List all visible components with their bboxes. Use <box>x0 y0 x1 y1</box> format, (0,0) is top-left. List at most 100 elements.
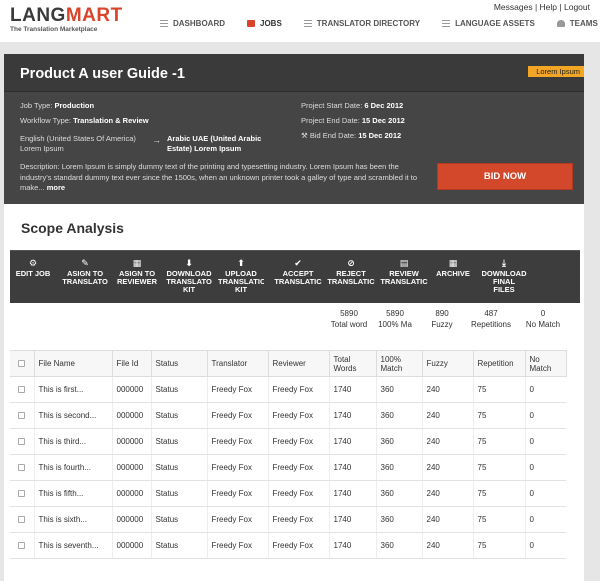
bid-end-label: Bid End Date: <box>309 131 357 140</box>
summary-value: 0 <box>540 309 546 318</box>
accept-translation-button[interactable]: ✔ ACCEPT TRANSLATIC <box>273 251 323 304</box>
start-date-label: Project Start Date: <box>301 101 363 110</box>
file-name-cell[interactable]: This is third... <box>33 428 112 455</box>
file-id-cell: 000000 <box>111 376 151 403</box>
reject-translation-button[interactable]: ⊘ REJECT TRANSLATIC <box>326 251 376 304</box>
table-row[interactable]: This is fifth... 000000 Status Freedy Fox Fr… <box>10 480 566 507</box>
download-final-files-button[interactable]: ⤓ DOWNLOAD FINAL FILES <box>480 251 528 304</box>
nav-dashboard[interactable]: DASHBOARD <box>160 16 225 30</box>
logo-name-part2: MART <box>65 5 123 26</box>
file-name-cell[interactable]: This is sixth... <box>33 506 112 533</box>
messages-link[interactable]: Messages <box>494 2 533 12</box>
repetition-cell: 75 <box>472 532 525 559</box>
upload-translation-kit-button[interactable]: ⬆ UPLOAD TRANSLATIC KIT <box>218 251 264 304</box>
row-checkbox[interactable] <box>18 412 26 420</box>
column-header[interactable]: 100% Match <box>375 350 423 377</box>
action-label: UPLOAD TRANSLATIC KIT <box>218 270 264 294</box>
nav-teams[interactable]: TEAMS <box>556 16 598 30</box>
row-checkbox[interactable] <box>18 386 26 394</box>
job-title: Product A user Guide -1 <box>20 66 185 82</box>
review-translation-button[interactable]: ▤ REVIEW TRANSLATIC <box>379 251 429 304</box>
table-row[interactable]: This is second... 000000 Status Freedy Fox F… <box>10 402 566 429</box>
download-translation-kit-button[interactable]: ⬇ DOWNLOAD TRANSLATO KIT <box>166 251 212 304</box>
no-match-cell: 0 <box>524 376 566 403</box>
edit-job-button[interactable]: ⚙ EDIT JOB <box>14 251 52 304</box>
column-header[interactable]: File Name <box>33 350 113 377</box>
table-row[interactable]: This is third... 000000 Status Freedy Fox Fr… <box>10 428 566 455</box>
status-cell: Status <box>150 402 207 429</box>
total-words-cell: 1740 <box>328 454 376 481</box>
row-checkbox[interactable] <box>18 516 26 524</box>
description-label: Description: <box>20 162 60 171</box>
assets-icon <box>442 19 451 27</box>
column-header[interactable]: No Match <box>524 350 567 377</box>
nav-jobs[interactable]: JOBS <box>247 16 282 30</box>
assign-reviewer-button[interactable]: ▦ ASIGN TO REVIEWER <box>113 251 161 304</box>
nav-translator-directory[interactable]: TRANSLATOR DIRECTORY <box>303 16 421 30</box>
logout-link[interactable]: Logout <box>564 2 590 12</box>
column-header[interactable]: Reviewer <box>267 350 330 377</box>
teams-icon <box>556 19 565 27</box>
status-cell: Status <box>150 506 207 533</box>
logo[interactable]: LANGMART The Translation Marketplace <box>10 6 123 33</box>
job-ribbon: Lorem Ipsum <box>528 66 584 77</box>
column-header[interactable]: File Id <box>111 350 152 377</box>
select-all-checkbox[interactable] <box>18 360 26 368</box>
summary-label: 100% Ma <box>378 320 412 329</box>
table-row[interactable]: This is seventh... 000000 Status Freedy Fox… <box>10 532 566 559</box>
no-match-cell: 0 <box>524 532 566 559</box>
fuzzy-cell: 240 <box>421 506 473 533</box>
file-name-cell[interactable]: This is fifth... <box>33 480 112 507</box>
total-words-cell: 1740 <box>328 402 376 429</box>
nav-label: DASHBOARD <box>173 18 225 28</box>
description-text: Lorem Ipsum is simply dummy text of the … <box>20 162 418 192</box>
file-name-cell[interactable]: This is first... <box>33 376 112 403</box>
summary-label: Fuzzy <box>431 320 453 329</box>
match-100-cell: 360 <box>375 480 422 507</box>
assign-translator-button[interactable]: ✎ ASIGN TO TRANSLATO <box>62 251 108 304</box>
file-name-cell[interactable]: This is second... <box>33 402 112 429</box>
column-header[interactable]: Translator <box>206 350 269 377</box>
summary-value: 5890 <box>340 309 358 318</box>
no-match-cell: 0 <box>524 402 566 429</box>
assign-reviewer-icon: ▦ <box>132 258 142 268</box>
translator-cell: Freedy Fox <box>206 454 268 481</box>
target-language: Arabic UAE (United Arabic Estate) Lorem … <box>167 134 287 154</box>
directory-icon <box>303 19 312 27</box>
logo-tagline: The Translation Marketplace <box>10 26 98 33</box>
table-row[interactable]: This is fourth... 000000 Status Freedy Fox F… <box>10 454 566 481</box>
column-header[interactable]: Repetition <box>472 350 526 377</box>
reviewer-cell: Freedy Fox <box>267 376 329 403</box>
fuzzy-cell: 240 <box>421 376 473 403</box>
utility-separator: | <box>559 2 562 12</box>
action-label: EDIT JOB <box>15 270 51 278</box>
row-checkbox[interactable] <box>18 438 26 446</box>
table-body: This is first... 000000 Status Freedy Fox Fr… <box>10 376 566 559</box>
table-row[interactable]: This is first... 000000 Status Freedy Fox Fr… <box>10 376 566 403</box>
main-nav: DASHBOARD JOBS TRANSLATOR DIRECTORY LANG… <box>160 16 600 30</box>
row-checkbox[interactable] <box>18 464 26 472</box>
file-name-cell[interactable]: This is seventh... <box>33 532 112 559</box>
status-cell: Status <box>150 454 207 481</box>
match-100-cell: 360 <box>375 376 422 403</box>
logo-name-part1: LANG <box>10 5 66 26</box>
summary-repetitions: 487 Repetitions <box>466 308 516 330</box>
column-header[interactable]: Status <box>150 350 208 377</box>
row-select-cell <box>10 506 34 533</box>
action-label: REVIEW TRANSLATIC <box>380 270 428 286</box>
nav-label: TRANSLATOR DIRECTORY <box>316 18 421 28</box>
column-header[interactable]: Fuzzy <box>421 350 474 377</box>
upload-icon: ⬆ <box>237 258 245 268</box>
row-checkbox[interactable] <box>18 490 26 498</box>
row-checkbox[interactable] <box>18 542 26 550</box>
help-link[interactable]: Help <box>540 2 557 12</box>
column-header[interactable]: Total Words <box>328 350 377 377</box>
more-link[interactable]: more <box>47 183 65 192</box>
target-language-text: Arabic UAE (United Arabic Estate) Lorem … <box>167 134 262 153</box>
archive-button[interactable]: ▦ ARCHIVE <box>433 251 473 304</box>
table-row[interactable]: This is sixth... 000000 Status Freedy Fox Fr… <box>10 506 566 533</box>
translator-cell: Freedy Fox <box>206 480 268 507</box>
file-name-cell[interactable]: This is fourth... <box>33 454 112 481</box>
bid-now-button[interactable]: BID NOW <box>437 163 573 190</box>
nav-language-assets[interactable]: LANGUAGE ASSETS <box>442 16 535 30</box>
